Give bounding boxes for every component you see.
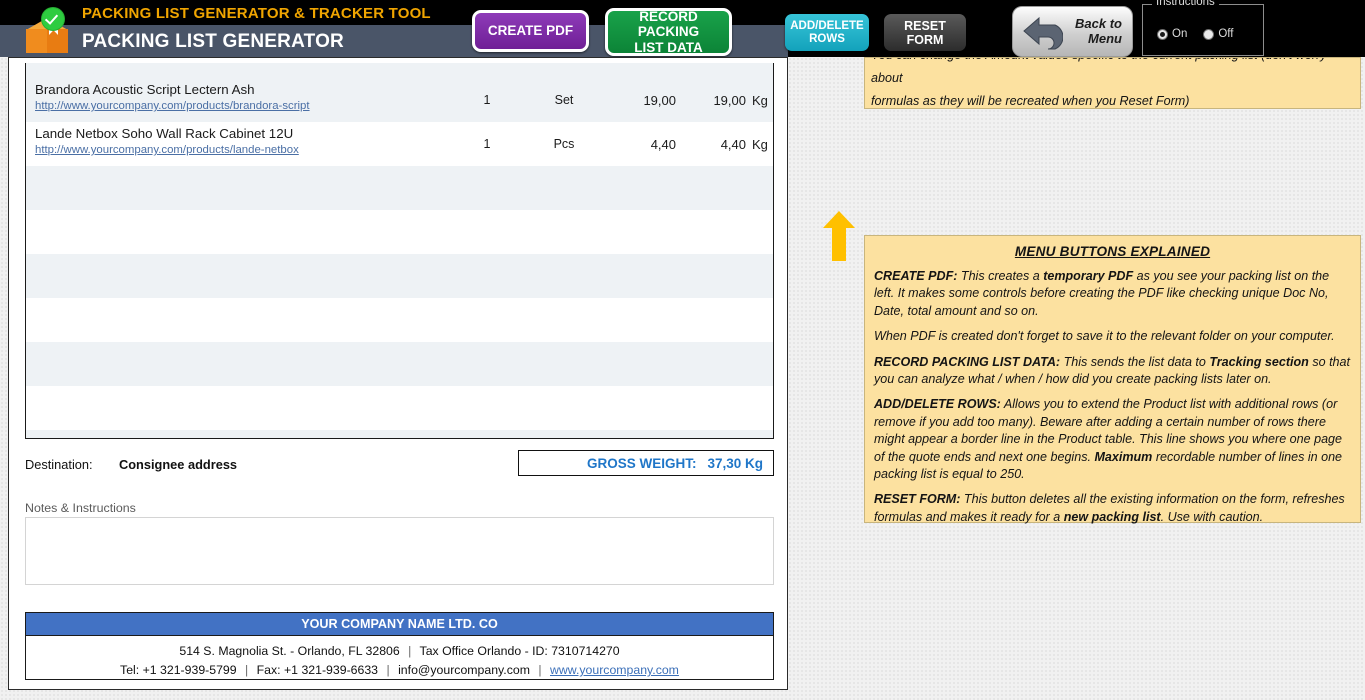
destination-value[interactable]: Consignee address bbox=[119, 457, 237, 472]
package-check-icon bbox=[22, 8, 74, 54]
instructions-legend: Instructions bbox=[1152, 0, 1219, 8]
record-packing-list-data-button[interactable]: RECORD PACKING LIST DATA bbox=[605, 8, 732, 56]
separator: | bbox=[408, 644, 412, 658]
packing-list-page: Brandora Acoustic Script Lectern Ash http… bbox=[8, 57, 788, 690]
create-pdf-label: CREATE PDF bbox=[487, 23, 574, 39]
instructions-radio-off[interactable]: Off bbox=[1203, 28, 1233, 40]
table-row-empty[interactable] bbox=[26, 166, 773, 210]
notes-label: Notes & Instructions bbox=[25, 501, 136, 515]
instruction-paragraph: ADD/DELETE ROWS: Allows you to extend th… bbox=[874, 397, 1343, 482]
product-qty: 1 bbox=[483, 93, 491, 107]
company-details: 514 S. Magnolia St. - Orlando, FL 32806 … bbox=[26, 636, 773, 680]
gross-weight-value: 37,30 Kg bbox=[707, 455, 763, 471]
instructions-off-label: Off bbox=[1218, 28, 1234, 40]
company-address: 514 S. Magnolia St. - Orlando, FL 32806 bbox=[179, 644, 400, 658]
reset-label-line2: FORM bbox=[906, 32, 944, 47]
up-arrow-icon bbox=[823, 211, 855, 261]
table-row-partial: http://www.yourcompany.com/products/land… bbox=[25, 63, 774, 77]
record-label-line2: LIST DATA bbox=[634, 39, 703, 55]
product-weight: 4,40 bbox=[650, 136, 676, 152]
menu-buttons-explained-title: MENU BUTTONS EXPLAINED bbox=[1014, 244, 1211, 259]
notes-input[interactable] bbox=[25, 517, 774, 585]
table-row[interactable]: Brandora Acoustic Script Lectern Ash http… bbox=[26, 78, 773, 122]
separator: | bbox=[538, 663, 542, 677]
company-name: YOUR COMPANY NAME LTD. CO bbox=[26, 613, 773, 636]
instructions-radio-group: On Off bbox=[1157, 28, 1233, 40]
gross-weight-box: GROSS WEIGHT: 37,30 Kg bbox=[518, 450, 774, 476]
instruction-paragraph: When PDF is created don't forget to save… bbox=[874, 329, 1335, 344]
instruction-paragraph: RECORD PACKING LIST DATA: This sends the… bbox=[874, 354, 1350, 387]
product-url-link[interactable]: http://www.yourcompany.com/products/land… bbox=[35, 142, 465, 158]
reset-form-button[interactable]: RESET FORM bbox=[884, 14, 966, 51]
product-unit: Set bbox=[554, 93, 574, 107]
product-weight: 19,00 bbox=[643, 92, 676, 108]
table-row-empty[interactable] bbox=[26, 254, 773, 298]
instructions-on-label: On bbox=[1172, 28, 1188, 40]
table-row-empty[interactable] bbox=[26, 386, 773, 430]
add-delete-rows-button[interactable]: ADD/DELETE ROWS bbox=[785, 14, 869, 51]
company-fax: Fax: +1 321-939-6633 bbox=[256, 663, 379, 677]
instruction-paragraph: RESET FORM: This button deletes all the … bbox=[874, 492, 1345, 524]
product-url-link[interactable]: http://www.yourcompany.com/products/bran… bbox=[35, 98, 465, 114]
add-delete-label-line2: ROWS bbox=[809, 32, 845, 45]
product-weight-unit: Kg bbox=[752, 92, 768, 108]
back-label-line2: Menu bbox=[1088, 30, 1122, 46]
menu-buttons-explained-body: CREATE PDF: This creates a temporary PDF… bbox=[874, 268, 1351, 526]
company-website-link[interactable]: www.yourcompany.com bbox=[550, 663, 679, 677]
product-total-weight: 4,40 bbox=[720, 136, 746, 152]
radio-off-dot bbox=[1203, 28, 1215, 40]
worksheet-area: Brandora Acoustic Script Lectern Ash http… bbox=[0, 57, 1365, 700]
instruction-paragraph: CREATE PDF: This creates a temporary PDF… bbox=[874, 269, 1330, 318]
table-row-empty[interactable] bbox=[26, 298, 773, 342]
top-toolbar: PACKING LIST GENERATOR & TRACKER TOOL PA… bbox=[0, 0, 1365, 57]
amount-note-line2: formulas as they will be recreated when … bbox=[871, 94, 1190, 108]
back-arrow-icon bbox=[1023, 16, 1063, 50]
table-row-empty[interactable] bbox=[26, 210, 773, 254]
amount-note-box: You can change the Amount values specifi… bbox=[864, 57, 1361, 109]
back-to-menu-button[interactable]: Back to Menu bbox=[1012, 6, 1133, 57]
instructions-radio-on[interactable]: On bbox=[1157, 28, 1187, 40]
back-label-line1: Back to bbox=[1075, 15, 1122, 31]
table-row[interactable]: http://www.yourcompany.com/products/land… bbox=[26, 63, 773, 77]
company-tel: Tel: +1 321-939-5799 bbox=[120, 663, 237, 677]
company-footer: YOUR COMPANY NAME LTD. CO 514 S. Magnoli… bbox=[25, 612, 774, 680]
tool-title: PACKING LIST GENERATOR & TRACKER TOOL bbox=[82, 5, 431, 22]
product-table: Brandora Acoustic Script Lectern Ash http… bbox=[25, 63, 774, 439]
menu-buttons-explained-box: MENU BUTTONS EXPLAINED CREATE PDF: This … bbox=[864, 235, 1361, 526]
product-name: Brandora Acoustic Script Lectern Ash bbox=[35, 82, 255, 97]
product-unit: Pcs bbox=[553, 137, 575, 151]
page-title: PACKING LIST GENERATOR bbox=[82, 31, 344, 52]
product-weight-unit: Kg bbox=[752, 136, 768, 152]
product-qty: 1 bbox=[483, 137, 491, 151]
create-pdf-button[interactable]: CREATE PDF bbox=[472, 10, 589, 52]
gross-weight-label: GROSS WEIGHT: bbox=[587, 455, 697, 471]
record-label-line1: RECORD PACKING bbox=[637, 9, 700, 40]
separator: | bbox=[386, 663, 390, 677]
separator: | bbox=[245, 663, 249, 677]
radio-on-dot bbox=[1157, 28, 1168, 40]
product-total-weight: 19,00 bbox=[713, 92, 746, 108]
table-row-empty[interactable] bbox=[26, 430, 773, 438]
company-tax: Tax Office Orlando - ID: 7310714270 bbox=[419, 644, 620, 658]
table-row[interactable]: Lande Netbox Soho Wall Rack Cabinet 12U h… bbox=[26, 122, 773, 166]
product-name: Lande Netbox Soho Wall Rack Cabinet 12U bbox=[35, 126, 294, 141]
amount-note-line1: You can change the Amount values specifi… bbox=[871, 58, 1327, 85]
company-email: info@yourcompany.com bbox=[398, 663, 530, 677]
add-delete-label-line1: ADD/DELETE bbox=[790, 19, 864, 32]
reset-label-line1: RESET bbox=[904, 18, 946, 33]
table-row-empty[interactable] bbox=[26, 342, 773, 386]
destination-label: Destination: bbox=[25, 457, 93, 472]
